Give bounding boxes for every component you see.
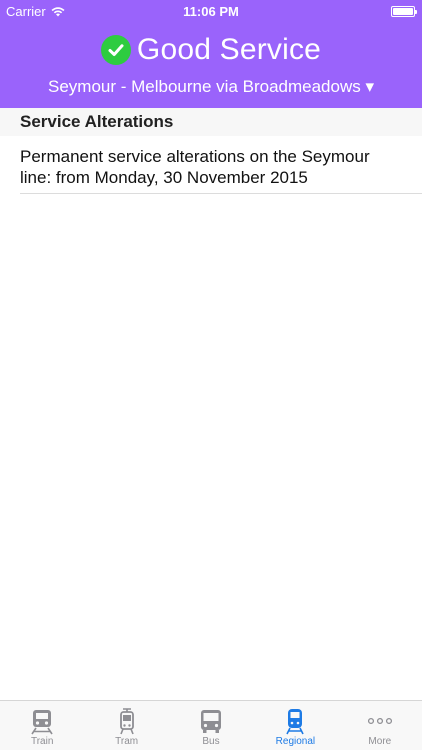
tab-label: Regional	[275, 736, 316, 747]
tab-regional[interactable]: Regional	[253, 701, 337, 750]
tab-bus[interactable]: Bus	[169, 701, 253, 750]
tab-label: Train	[30, 736, 54, 747]
tab-tram[interactable]: Tram	[84, 701, 168, 750]
status-text: Good Service	[136, 33, 322, 66]
service-status: Good Service	[0, 30, 422, 70]
tram-icon	[119, 708, 134, 735]
header: Carrier 11:06 PM Good Service Seymour - …	[0, 0, 422, 108]
bus-icon	[201, 710, 222, 733]
status-time: 11:06 PM	[183, 4, 239, 19]
tab-more[interactable]: More	[338, 701, 422, 750]
tab-bar: Train Tram Bus Regional More	[0, 700, 422, 750]
more-dots-icon	[367, 717, 392, 725]
tab-label: Tram	[115, 736, 139, 747]
status-bar: Carrier 11:06 PM	[0, 0, 422, 22]
tab-label: Bus	[202, 736, 220, 747]
train-icon	[31, 710, 53, 735]
battery-icon	[391, 6, 417, 17]
tab-label: More	[368, 736, 392, 747]
tab-train[interactable]: Train	[0, 701, 84, 750]
check-circle-icon	[100, 35, 131, 65]
regional-train-icon	[286, 709, 305, 735]
section-title: Service Alterations	[20, 112, 174, 131]
line-selector[interactable]: Seymour - Melbourne via Broadmeadows ▾	[0, 77, 422, 97]
section-header: Service Alterations	[0, 108, 422, 136]
alert-row[interactable]: Permanent service alterations on the Sey…	[20, 136, 422, 194]
